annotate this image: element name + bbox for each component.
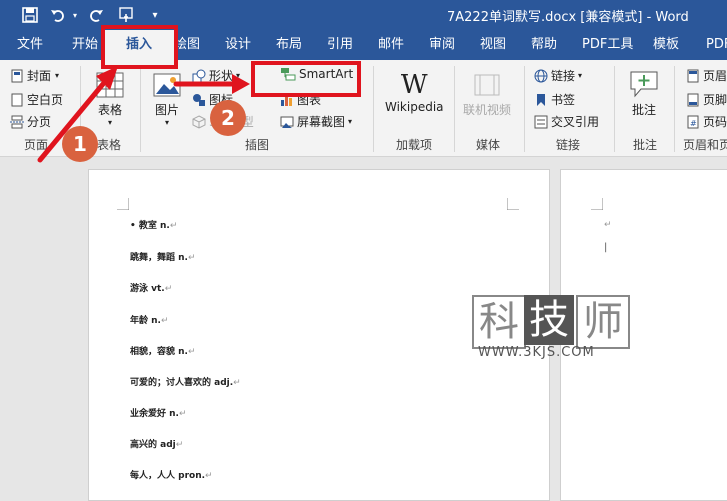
annotation-arrows [37,66,250,163]
step-2-badge: 2 [210,100,246,136]
step-1-badge: 1 [62,126,98,162]
